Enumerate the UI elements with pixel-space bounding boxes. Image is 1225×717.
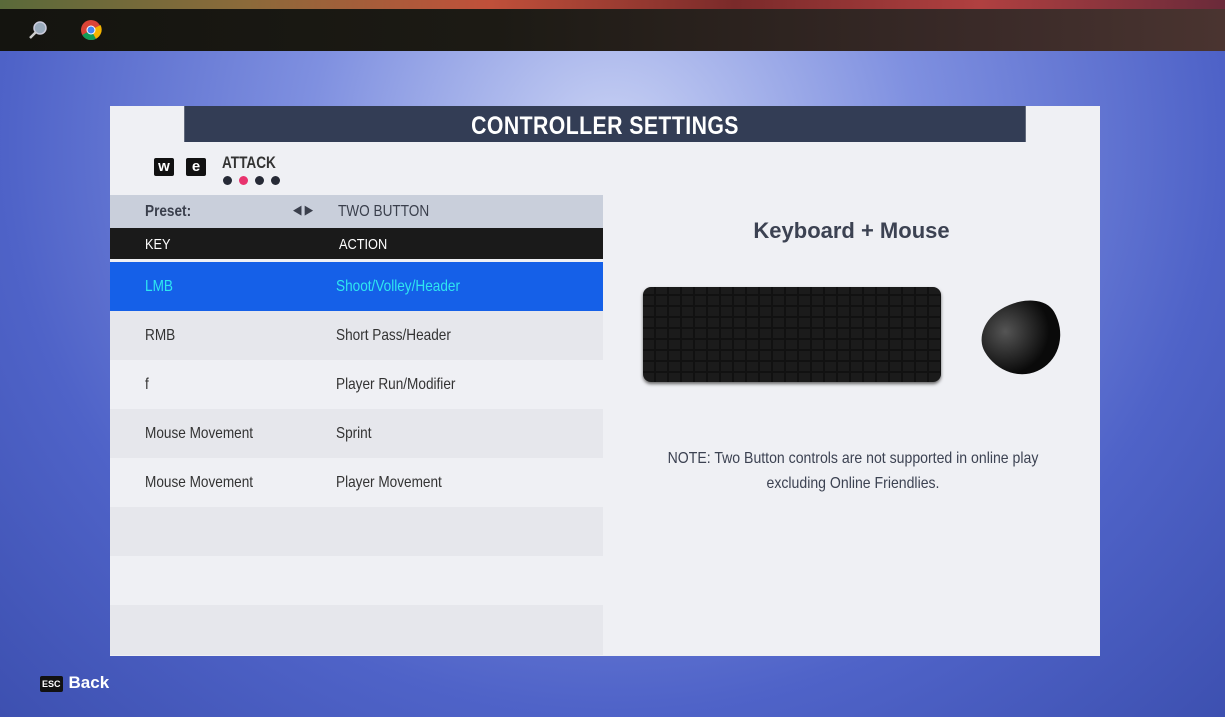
esc-key-icon: ESC: [40, 675, 63, 692]
action-cell: Player Run/Modifier: [336, 376, 456, 393]
key-cell: f: [145, 376, 149, 393]
action-cell: Sprint: [336, 425, 372, 442]
table-row[interactable]: RMB Short Pass/Header: [110, 311, 603, 360]
back-button[interactable]: ESC Back: [40, 673, 109, 693]
table-row-empty: [110, 556, 603, 605]
preset-value: TWO BUTTON: [338, 203, 430, 220]
device-title: Keyboard + Mouse: [753, 218, 950, 243]
arrow-left-right-icon[interactable]: ◀ ▶: [293, 202, 313, 218]
table-header: KEY ACTION: [110, 228, 603, 259]
key-cell: RMB: [145, 327, 176, 344]
device-preview: Keyboard + Mouse NOTE: Two Button contro…: [603, 142, 1100, 656]
page-dot[interactable]: [223, 176, 232, 185]
mouse-image: [970, 286, 1076, 390]
table-row[interactable]: LMB Shoot/Volley/Header: [110, 262, 603, 311]
table-row-empty: [110, 605, 603, 655]
page-title: CONTROLLER SETTINGS: [184, 106, 1026, 142]
table-row[interactable]: Mouse Movement Player Movement: [110, 458, 603, 507]
action-cell: Short Pass/Header: [336, 327, 451, 344]
back-label: Back: [68, 673, 110, 692]
table-row[interactable]: Mouse Movement Sprint: [110, 409, 603, 458]
chrome-icon[interactable]: [80, 19, 102, 41]
current-tab-label: ATTACK: [222, 153, 276, 172]
key-bindings-table: Preset: ◀ ▶ TWO BUTTON KEY ACTION LMB Sho…: [110, 195, 603, 655]
table-row[interactable]: f Player Run/Modifier: [110, 360, 603, 409]
note-text: NOTE: Two Button controls are not suppor…: [667, 450, 1039, 492]
key-cell: Mouse Movement: [145, 474, 254, 491]
preset-label: Preset:: [145, 203, 192, 220]
taskbar: [0, 9, 1225, 51]
page-dot[interactable]: [271, 176, 280, 185]
background-strip: [0, 0, 1225, 9]
next-tab-key[interactable]: e: [186, 158, 206, 176]
keyboard-image: [643, 287, 941, 382]
search-icon[interactable]: [27, 19, 49, 41]
page-dot-active[interactable]: [239, 176, 248, 185]
prev-tab-key[interactable]: w: [154, 158, 174, 176]
table-row-empty: [110, 507, 603, 556]
controller-settings-panel: CONTROLLER SETTINGS w e ATTACK Preset: ◀…: [110, 106, 1100, 656]
action-cell: Player Movement: [336, 474, 442, 491]
page-dot[interactable]: [255, 176, 264, 185]
key-cell: Mouse Movement: [145, 425, 254, 442]
action-cell: Shoot/Volley/Header: [336, 278, 460, 295]
action-header: ACTION: [339, 236, 388, 253]
key-cell: LMB: [145, 278, 173, 295]
preset-selector[interactable]: Preset: ◀ ▶ TWO BUTTON: [110, 195, 603, 228]
key-header: KEY: [145, 236, 171, 253]
